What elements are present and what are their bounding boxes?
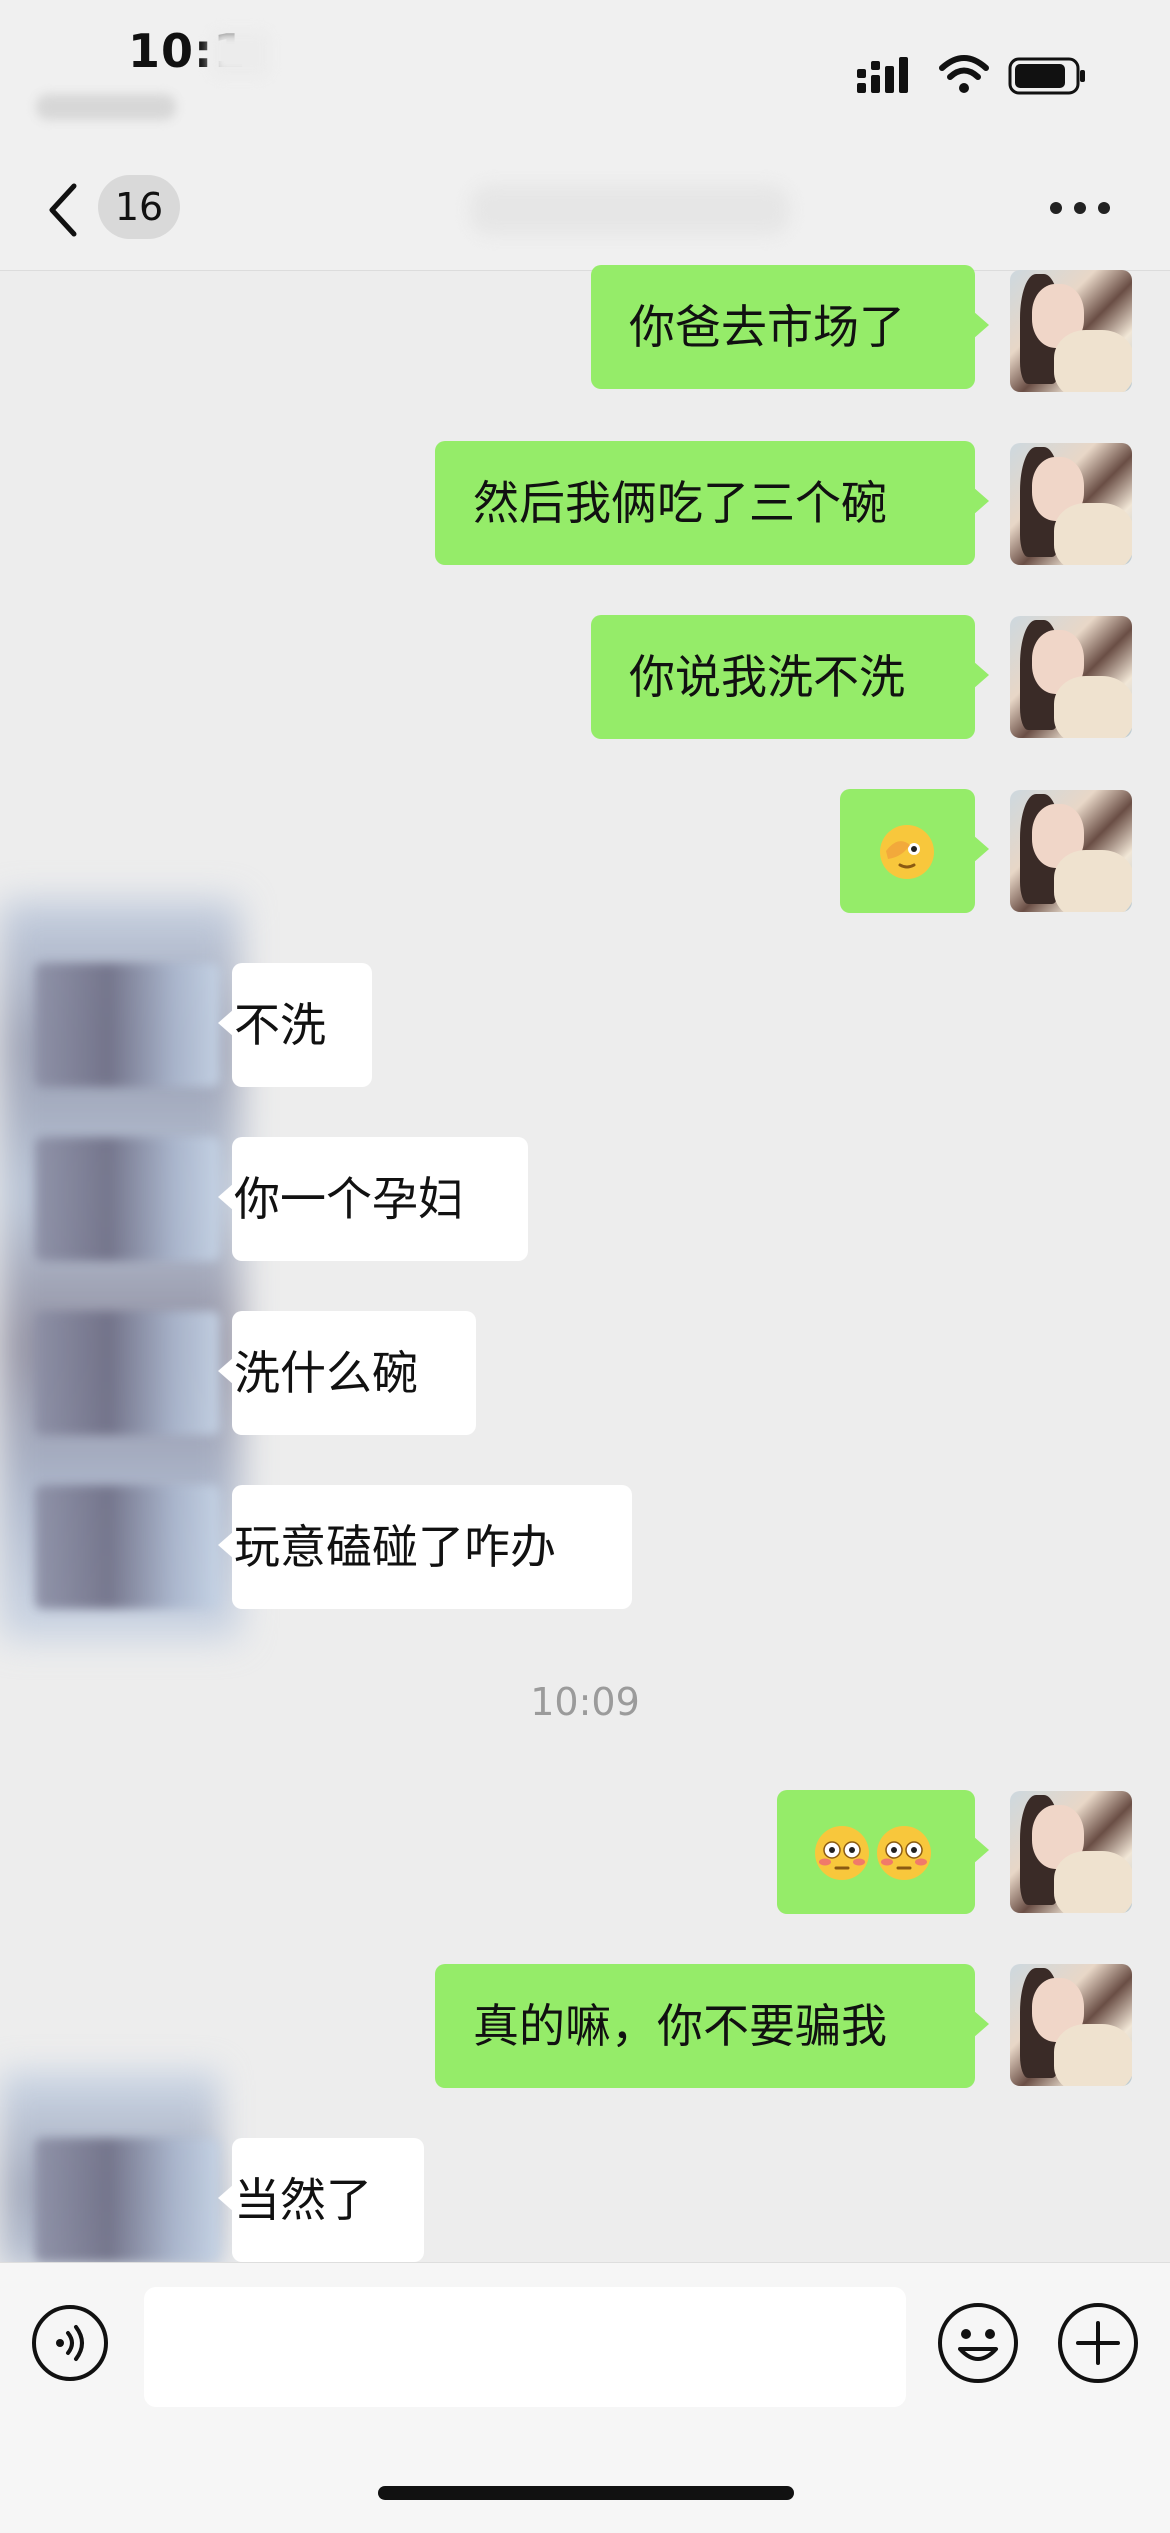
message-bubble-sent[interactable]: 你说我洗不洗 (591, 615, 989, 739)
carrier-redaction (36, 94, 176, 120)
avatar[interactable] (35, 963, 220, 1087)
plus-circle-icon[interactable] (1056, 2301, 1140, 2385)
home-indicator[interactable] (378, 2486, 794, 2500)
avatar[interactable] (1010, 1964, 1132, 2086)
avatar[interactable] (35, 1311, 220, 1435)
time-redaction (210, 30, 270, 78)
avatar[interactable] (35, 1485, 220, 1609)
chat-title-redaction (470, 185, 790, 235)
chevron-left-icon[interactable] (44, 180, 84, 240)
wifi-icon (939, 55, 989, 93)
message-bubble-sent-emoji[interactable] (777, 1790, 989, 1914)
message-bubble-received[interactable]: 不洗 (218, 963, 372, 1087)
avatar[interactable] (1010, 1791, 1132, 1913)
message-bubble-received[interactable]: 洗什么碗 (218, 1311, 476, 1435)
face-with-hand-over-eye-emoji (880, 824, 934, 879)
more-dots-icon[interactable] (1050, 196, 1120, 220)
avatar[interactable] (35, 2138, 220, 2262)
message-bubble-sent-emoji[interactable] (840, 789, 989, 913)
message-bubble-sent[interactable]: 真的嘛，你不要骗我 (435, 1964, 989, 2088)
emoji-smile-icon[interactable] (936, 2301, 1020, 2385)
voice-input-icon[interactable] (30, 2303, 110, 2383)
unread-count-badge[interactable]: 16 (98, 175, 180, 239)
message-bubble-received[interactable]: 当然了 (218, 2138, 424, 2262)
avatar[interactable] (1010, 270, 1132, 392)
message-bubble-received[interactable]: 你一个孕妇 (218, 1137, 528, 1261)
chat-header: 16 (0, 140, 1170, 271)
battery-icon (1008, 57, 1085, 95)
message-bubble-sent[interactable]: 你爸去市场了 (591, 265, 989, 389)
message-timestamp: 10:09 (530, 1680, 640, 1724)
flushed-face-emoji (877, 1825, 931, 1880)
input-bar (0, 2262, 1170, 2533)
avatar[interactable] (1010, 790, 1132, 912)
avatar[interactable] (35, 1137, 220, 1261)
message-bubble-sent[interactable]: 然后我俩吃了三个碗 (435, 441, 989, 565)
cellular-signal-icon (857, 57, 908, 93)
flushed-face-emoji (815, 1825, 869, 1880)
message-input[interactable] (144, 2287, 906, 2407)
avatar[interactable] (1010, 616, 1132, 738)
avatar[interactable] (1010, 443, 1132, 565)
status-bar: 10:1 (0, 0, 1170, 140)
message-bubble-received[interactable]: 玩意磕碰了咋办 (218, 1485, 632, 1609)
